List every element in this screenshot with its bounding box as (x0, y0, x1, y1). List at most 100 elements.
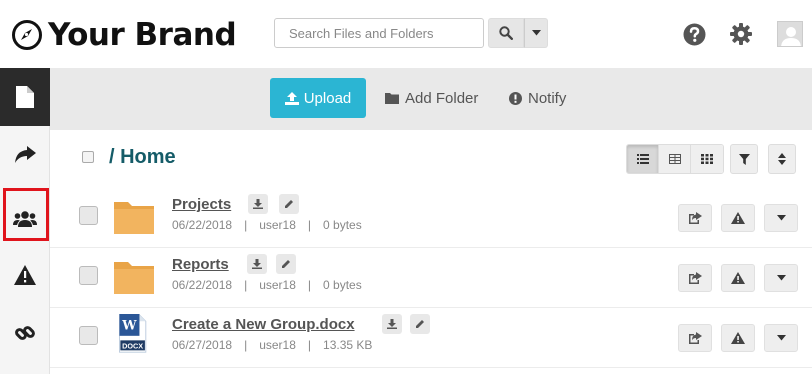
filter-button[interactable] (730, 144, 758, 174)
download-button[interactable] (248, 194, 268, 214)
share-icon (15, 146, 36, 163)
file-owner: user18 (259, 218, 296, 232)
file-date: 06/27/2018 (172, 338, 233, 352)
search-input[interactable] (274, 18, 484, 48)
notify-button[interactable]: Notify (509, 78, 566, 118)
share-square-icon (688, 272, 702, 284)
file-owner: user18 (259, 278, 296, 292)
share-button[interactable] (678, 264, 712, 292)
docx-badge: DOCX (122, 342, 143, 351)
file-owner: user18 (259, 338, 296, 352)
warning-icon (731, 272, 745, 284)
meta-separator: | (307, 218, 312, 232)
report-button[interactable] (721, 264, 755, 292)
table-row[interactable]: Reports 06/22/2018 | user18 | 0 bytes (50, 248, 812, 308)
file-size: 0 bytes (323, 218, 362, 232)
upload-button[interactable]: Upload (270, 78, 366, 118)
brand-name: Your Brand (48, 17, 237, 53)
file-name-link[interactable]: Reports (172, 256, 229, 273)
add-folder-label: Add Folder (405, 89, 479, 107)
meta-separator: | (307, 338, 312, 352)
folder-icon (114, 262, 154, 294)
sidebar-item-files[interactable] (0, 68, 50, 126)
help-button[interactable] (682, 22, 706, 46)
file-date: 06/22/2018 (172, 278, 233, 292)
download-button[interactable] (382, 314, 402, 334)
folder-icon (114, 202, 154, 234)
table-row[interactable]: W DOCX Create a New Group.docx 06/27/201… (50, 308, 812, 368)
svg-text:W: W (121, 317, 137, 332)
exclamation-circle-icon (509, 91, 522, 105)
table-icon (668, 154, 681, 164)
meta-separator: | (307, 278, 312, 292)
action-toolbar: Upload Add Folder Notify (50, 68, 812, 130)
breadcrumb[interactable]: / Home (109, 146, 176, 169)
word-docx-icon: W DOCX (119, 314, 147, 353)
th-icon (701, 154, 713, 164)
more-options-button[interactable] (764, 264, 798, 292)
file-icon (16, 86, 34, 108)
add-folder-button[interactable]: Add Folder (385, 78, 478, 118)
file-meta: 06/22/2018 | user18 | 0 bytes (172, 278, 362, 292)
link-icon (15, 326, 35, 340)
search-icon (499, 26, 513, 40)
file-meta: 06/22/2018 | user18 | 0 bytes (172, 218, 362, 232)
file-name-link[interactable]: Create a New Group.docx (172, 316, 355, 333)
row-checkbox[interactable] (79, 206, 98, 225)
share-button[interactable] (678, 204, 712, 232)
warning-icon (14, 265, 36, 285)
list-icon (636, 154, 649, 164)
file-size: 13.35 KB (323, 338, 373, 352)
row-checkbox[interactable] (79, 266, 98, 285)
tiles-view-button[interactable] (691, 145, 723, 173)
file-name-link[interactable]: Projects (172, 196, 231, 213)
download-icon (253, 199, 263, 209)
list-view-button[interactable] (627, 145, 659, 173)
search-options-button[interactable] (524, 18, 548, 48)
rename-button[interactable] (279, 194, 299, 214)
row-checkbox[interactable] (79, 326, 98, 345)
pencil-icon (282, 260, 290, 268)
app-header: Your Brand (0, 0, 812, 68)
more-options-button[interactable] (764, 204, 798, 232)
meta-separator: | (244, 218, 248, 232)
download-icon (252, 259, 262, 269)
more-options-button[interactable] (764, 324, 798, 352)
caret-down-icon (776, 335, 786, 341)
sort-button[interactable] (768, 144, 796, 174)
pencil-icon (285, 200, 293, 208)
settings-button[interactable] (729, 22, 753, 46)
meta-separator: | (244, 278, 248, 292)
warning-icon (731, 212, 745, 224)
caret-down-icon (531, 30, 541, 36)
rename-button[interactable] (276, 254, 296, 274)
table-row[interactable]: Projects 06/22/2018 | user18 | 0 bytes (50, 188, 812, 248)
help-icon (683, 23, 705, 45)
report-button[interactable] (721, 324, 755, 352)
download-button[interactable] (247, 254, 267, 274)
caret-down-icon (776, 215, 786, 221)
file-meta: 06/27/2018 | user18 | 13.35 KB (172, 338, 372, 352)
grid-view-button[interactable] (659, 145, 691, 173)
file-size: 0 bytes (323, 278, 362, 292)
caret-down-icon (776, 275, 786, 281)
meta-separator: | (244, 338, 248, 352)
warning-icon (731, 332, 745, 344)
compass-logo-icon (12, 20, 42, 50)
report-button[interactable] (721, 204, 755, 232)
avatar[interactable] (777, 21, 803, 47)
share-button[interactable] (678, 324, 712, 352)
sidebar-item-links[interactable] (0, 304, 50, 362)
download-icon (387, 319, 397, 329)
share-square-icon (688, 332, 702, 344)
sort-icon (778, 153, 786, 165)
view-mode-group (626, 144, 724, 174)
file-date: 06/22/2018 (172, 218, 233, 232)
brand[interactable]: Your Brand (12, 13, 237, 57)
upload-label: Upload (303, 89, 352, 107)
rename-button[interactable] (410, 314, 430, 334)
select-all-checkbox[interactable] (82, 151, 94, 163)
search-button[interactable] (488, 18, 524, 48)
sidebar-item-alerts[interactable] (0, 246, 50, 304)
share-square-icon (688, 212, 702, 224)
